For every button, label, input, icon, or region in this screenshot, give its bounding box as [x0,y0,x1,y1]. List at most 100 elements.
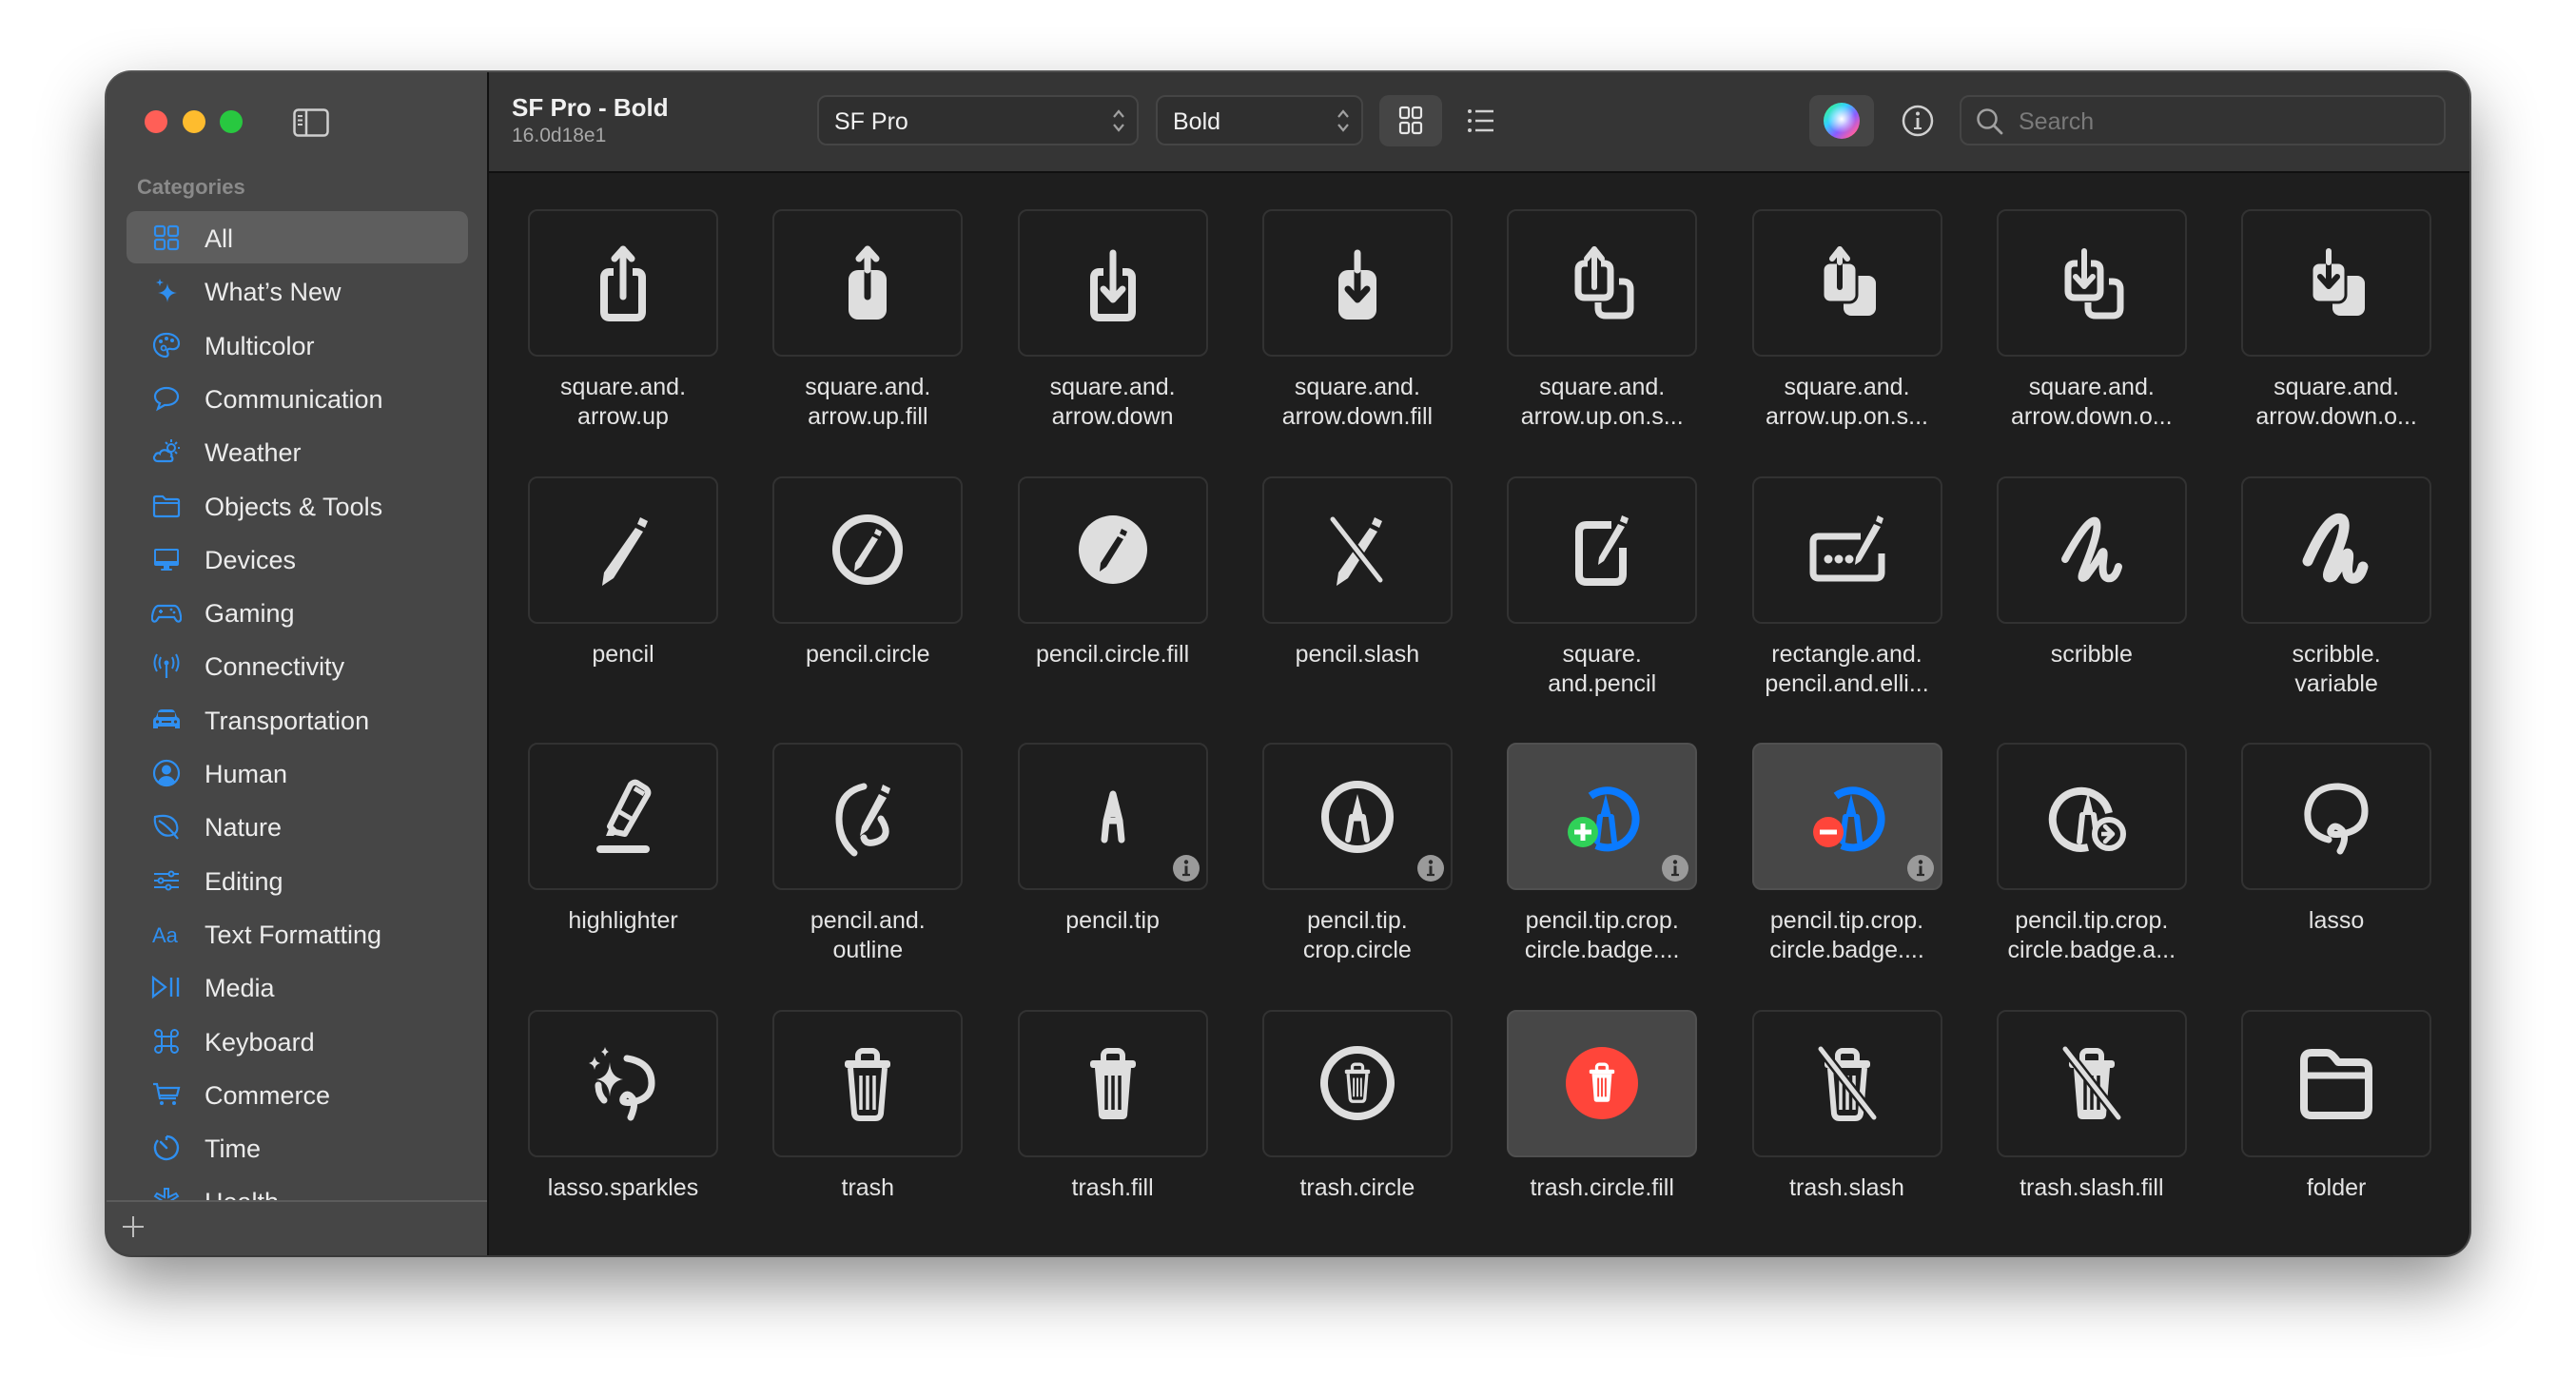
info-badge-icon[interactable] [1416,854,1445,882]
grid-view-button[interactable] [1379,95,1442,146]
scribble-var-icon [2302,513,2369,584]
symbol-name-line1: pencil [592,640,654,668]
close-window-button[interactable] [145,110,167,133]
symbol-name: trash [745,1173,990,1203]
sidebar-item-nature[interactable]: Nature [127,800,468,852]
sidebar-item-editing[interactable]: Editing [127,854,468,906]
info-badge-icon[interactable] [1661,854,1689,882]
symbol-tile[interactable] [1261,209,1453,357]
sidebar-item-gaming[interactable]: Gaming [127,586,468,638]
square-grid-2x2-icon [1398,106,1423,135]
sidebar-item-what-s-new[interactable]: What’s New [127,264,468,317]
symbol-tile[interactable] [772,743,964,890]
symbol-name: trash.circle.fill [1479,1173,1725,1203]
symbol-tile[interactable] [1996,1009,2187,1157]
symbol-tile[interactable] [1017,743,1208,890]
symbol-tile[interactable] [528,475,718,624]
symbol-tile[interactable] [1507,209,1698,357]
color-picker-button[interactable] [1809,95,1874,146]
symbol-tile[interactable] [2241,475,2432,624]
symbol-name: pencil.tip [990,906,1236,936]
symbol-name: square.and. arrow.down.fill [1235,373,1480,432]
sidebar-item-objects-tools[interactable]: Objects & Tools [127,479,468,532]
symbol-grid: square.and. arrow.up square.and. arrow.u… [489,173,2469,1255]
app-window: Categories All What’s New Multicolor Com… [107,72,2469,1255]
zoom-window-button[interactable] [220,110,243,133]
symbol-tile[interactable] [1996,209,2187,357]
symbol-tile[interactable] [2241,209,2432,357]
symbol-tile[interactable] [1996,475,2187,624]
sidebar-item-multicolor[interactable]: Multicolor [127,319,468,371]
sidebar-item-all[interactable]: All [127,211,468,263]
symbol-name: scribble [1969,640,2215,669]
minimize-window-button[interactable] [183,110,205,133]
sidebar: Categories All What’s New Multicolor Com… [107,72,489,1255]
symbol-tile[interactable] [1751,743,1942,890]
info-badge-icon[interactable] [1906,854,1935,882]
symbol-name-line1: square.and. [805,374,931,400]
symbol-tile[interactable] [1261,1009,1453,1157]
symbol-tile[interactable] [1507,475,1698,624]
font-family-popup[interactable]: SF Pro [817,95,1139,145]
symbol-tile[interactable] [772,475,964,624]
info-badge-icon[interactable] [1172,854,1200,882]
sidebar-item-commerce[interactable]: Commerce [127,1068,468,1120]
symbol-tile[interactable] [1017,475,1208,624]
category-list[interactable]: All What’s New Multicolor Communication … [107,211,487,1200]
symbol-name-line2: arrow.up.fill [808,403,928,430]
square-pencil-icon [1575,515,1630,586]
symbol-tile[interactable] [528,743,718,890]
search-field[interactable] [1960,95,2446,145]
symbol-name-line2: and.pencil [1548,669,1657,697]
sidebar-item-media[interactable]: Media [127,960,468,1013]
sidebar-item-transportation[interactable]: Transportation [127,693,468,746]
sidebar-item-weather[interactable]: Weather [127,425,468,477]
tip-badge-plus-icon [1568,785,1640,851]
symbol-tile[interactable] [528,1009,718,1157]
symbol-name-line1: pencil.circle.fill [1036,640,1190,668]
lasso-icon [2304,782,2369,854]
symbol-tile[interactable] [1751,209,1942,357]
paintpalette-icon [152,332,181,358]
sidebar-item-connectivity[interactable]: Connectivity [127,639,468,691]
sidebar-item-health[interactable]: Health [127,1174,468,1200]
sidebar-item-human[interactable]: Human [127,746,468,799]
font-weight-popup[interactable]: Bold [1156,95,1363,145]
symbol-tile[interactable] [1751,1009,1942,1157]
symbol-tile[interactable] [1261,743,1453,890]
symbol-tile[interactable] [2241,1009,2432,1157]
symbol-tile[interactable] [1017,1009,1208,1157]
symbol-tile[interactable] [1017,209,1208,357]
symbol-name-line1: pencil.tip [1065,907,1160,934]
symbol-name-line1: square.and. [2028,374,2155,400]
symbol-tile[interactable] [2241,743,2432,890]
symbol-name-line2: arrow.up.on.s... [1766,403,1928,430]
symbol-tile[interactable] [528,209,718,357]
sq2-up-fill-icon [1821,245,1876,316]
symbol-tile[interactable] [1751,475,1942,624]
sidebar-toggle-icon[interactable] [293,108,329,137]
scribble-icon [2060,516,2122,583]
trash-circle-fill-icon [1566,1047,1639,1119]
sidebar-item-keyboard[interactable]: Keyboard [127,1015,468,1067]
symbol-tile[interactable] [772,1009,964,1157]
pencil-icon [602,517,648,586]
textformat-icon: Aa [152,923,179,947]
info-button[interactable] [1897,95,1939,146]
symbol-name-line1: folder [2306,1173,2367,1201]
symbol-name-line1: pencil.tip.crop. [1525,907,1679,934]
search-input[interactable] [2017,105,2430,139]
sidebar-item-time[interactable]: Time [127,1121,468,1173]
list-view-button[interactable] [1461,95,1503,146]
symbol-tile[interactable] [1996,743,2187,890]
symbol-tile[interactable] [1507,1009,1698,1157]
add-icon[interactable] [120,1213,146,1240]
sidebar-item-text-formatting[interactable]: Aa Text Formatting [127,907,468,960]
symbol-tile[interactable] [772,209,964,357]
symbol-tile[interactable] [1507,743,1698,890]
sidebar-item-devices[interactable]: Devices [127,533,468,585]
sidebar-item-communication[interactable]: Communication [127,372,468,424]
symbol-tile[interactable] [1261,475,1453,624]
symbol-name-line1: pencil.and. [810,907,926,934]
pencil-circle-fill-icon [1078,515,1147,584]
